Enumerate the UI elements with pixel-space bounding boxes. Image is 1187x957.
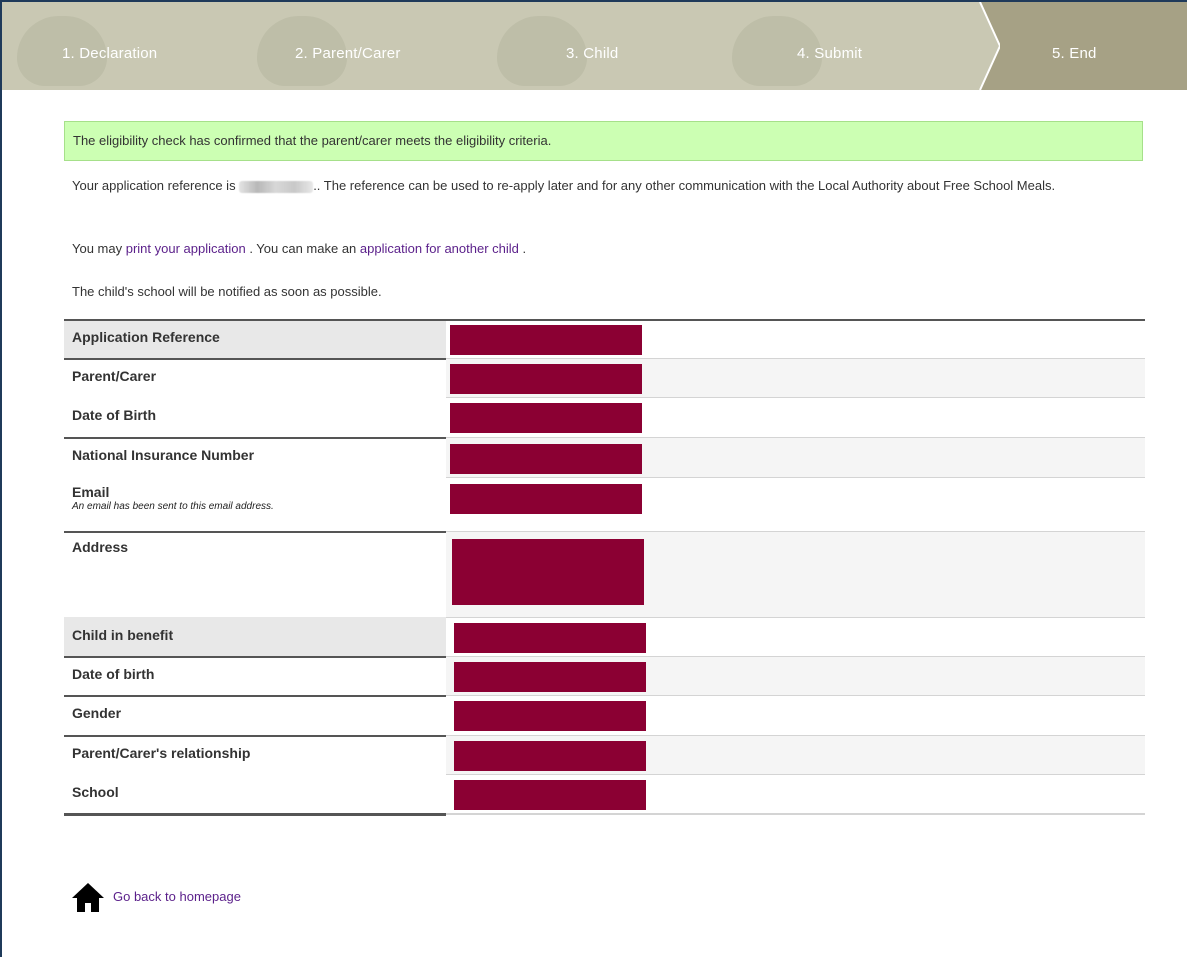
table-row: School bbox=[64, 774, 1145, 814]
print-prefix: You may bbox=[72, 241, 126, 256]
table-row: Date of Birth bbox=[64, 397, 1145, 437]
progress-steps: 1. Declaration 2. Parent/Carer 3. Child … bbox=[2, 2, 1187, 90]
row-label: Gender bbox=[72, 705, 122, 721]
redacted-value bbox=[454, 701, 646, 731]
print-application-link[interactable]: print your application bbox=[126, 241, 246, 256]
row-divider bbox=[64, 319, 1145, 321]
reference-suffix: .. The reference can be used to re-apply… bbox=[313, 178, 1056, 193]
table-row: National Insurance Number bbox=[64, 437, 1145, 477]
eligibility-alert: The eligibility check has confirmed that… bbox=[64, 121, 1143, 161]
print-paragraph: You may print your application . You can… bbox=[72, 238, 1142, 259]
row-label: Date of Birth bbox=[72, 407, 156, 423]
row-label: National Insurance Number bbox=[72, 447, 255, 463]
step-end: 5. End bbox=[1052, 45, 1097, 62]
redacted-value bbox=[450, 484, 642, 514]
row-label: Date of birth bbox=[72, 666, 155, 682]
row-label: Application Reference bbox=[64, 319, 446, 358]
table-bottom-border bbox=[64, 813, 1145, 816]
table-row: Child in benefit bbox=[64, 617, 1145, 656]
blurred-reference bbox=[239, 180, 314, 193]
row-label: Parent/Carer bbox=[72, 368, 157, 384]
row-label: Email An email has been sent to this ema… bbox=[64, 477, 446, 531]
row-divider bbox=[446, 813, 1145, 815]
chevron-right-icon bbox=[970, 2, 1000, 90]
redacted-value bbox=[454, 623, 646, 653]
row-label: Child in benefit bbox=[64, 617, 446, 656]
step-declaration: 1. Declaration bbox=[62, 45, 158, 62]
row-label: School bbox=[72, 784, 119, 800]
table-row: Application Reference bbox=[64, 319, 1145, 358]
row-divider bbox=[446, 437, 1145, 438]
row-divider bbox=[446, 358, 1145, 359]
table-row: Parent/Carer's relationship bbox=[64, 735, 1145, 774]
reference-paragraph: Your application reference is .. The ref… bbox=[72, 175, 1142, 196]
row-divider bbox=[446, 695, 1145, 696]
another-child-link[interactable]: application for another child bbox=[360, 241, 519, 256]
redacted-value bbox=[454, 662, 646, 692]
row-divider bbox=[446, 656, 1145, 657]
row-divider bbox=[446, 774, 1145, 775]
row-divider bbox=[446, 735, 1145, 736]
row-divider bbox=[64, 813, 446, 816]
email-note: An email has been sent to this email add… bbox=[72, 501, 274, 512]
print-suffix: . bbox=[518, 241, 527, 256]
table-row: Address bbox=[64, 531, 1145, 617]
table-row: Parent/Carer bbox=[64, 358, 1145, 397]
row-divider bbox=[446, 477, 1145, 478]
table-row: Gender bbox=[64, 695, 1145, 735]
row-divider bbox=[446, 531, 1145, 532]
redacted-value bbox=[454, 780, 646, 810]
redacted-value bbox=[450, 325, 642, 355]
row-divider bbox=[446, 397, 1145, 398]
go-back-home-link[interactable]: Go back to homepage bbox=[113, 889, 241, 904]
redacted-value bbox=[450, 364, 642, 394]
email-label: Email bbox=[72, 484, 110, 500]
redacted-value bbox=[452, 539, 644, 605]
home-icon[interactable] bbox=[71, 881, 105, 913]
table-row: Email An email has been sent to this ema… bbox=[64, 477, 1145, 531]
row-divider bbox=[446, 617, 1145, 618]
step-submit: 4. Submit bbox=[797, 45, 863, 62]
step-parent-carer: 2. Parent/Carer bbox=[295, 45, 401, 62]
row-label: Parent/Carer's relationship bbox=[72, 745, 251, 761]
table-row: Date of birth bbox=[64, 656, 1145, 695]
print-middle: . You can make an bbox=[245, 241, 360, 256]
notify-paragraph: The child's school will be notified as s… bbox=[72, 284, 382, 299]
reference-prefix: Your application reference is bbox=[72, 178, 240, 193]
row-label: Address bbox=[72, 539, 129, 555]
redacted-value bbox=[454, 741, 646, 771]
redacted-value bbox=[450, 403, 642, 433]
redacted-value bbox=[450, 444, 642, 474]
step-child: 3. Child bbox=[566, 45, 619, 62]
